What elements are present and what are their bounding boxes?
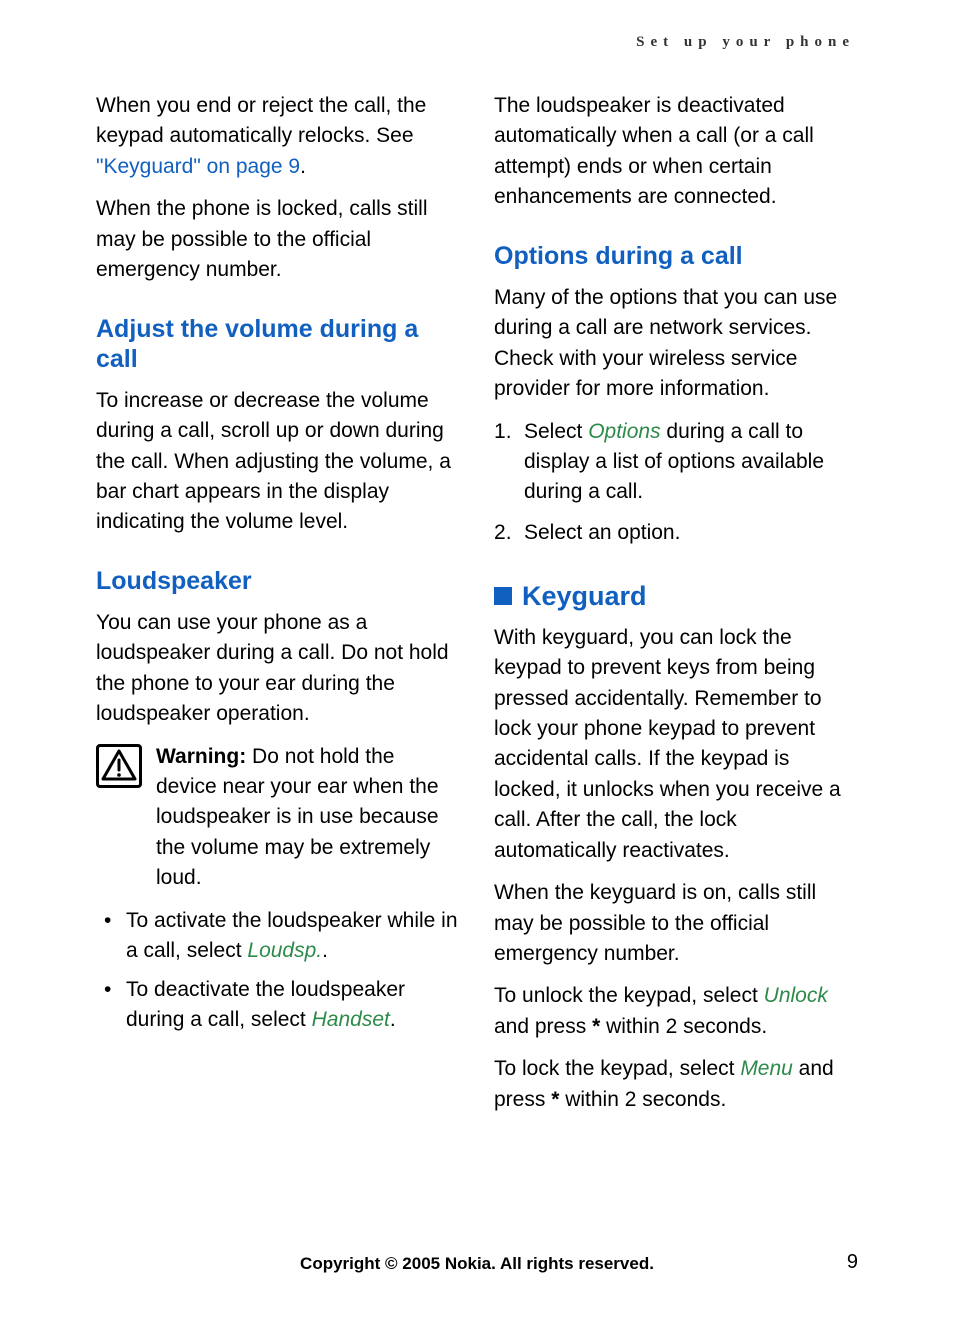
text: To lock the keypad, select — [494, 1057, 740, 1080]
warning-label: Warning: — [156, 745, 246, 768]
bullet-list: To activate the loudspeaker while in a c… — [96, 906, 460, 1036]
paragraph: When the keyguard is on, calls still may… — [494, 878, 858, 969]
paragraph: You can use your phone as a loudspeaker … — [96, 608, 460, 730]
heading-loudspeaker: Loudspeaker — [96, 566, 460, 596]
text: within 2 seconds. — [600, 1015, 767, 1038]
warning-block: Warning: Do not hold the device near you… — [96, 742, 460, 894]
warning-text: Warning: Do not hold the device near you… — [156, 742, 460, 894]
text: . — [322, 939, 328, 962]
text-columns: When you end or reject the call, the key… — [96, 91, 858, 1127]
text: To unlock the keypad, select — [494, 984, 764, 1007]
paragraph: When you end or reject the call, the key… — [96, 91, 460, 182]
menu-option-menu: Menu — [740, 1057, 793, 1080]
paragraph: Many of the options that you can use dur… — [494, 283, 858, 405]
text: and press — [494, 1015, 592, 1038]
menu-option-options: Options — [588, 420, 660, 443]
menu-option-loudsp: Loudsp. — [247, 939, 322, 962]
page-number: 9 — [847, 1251, 858, 1274]
text: Select — [524, 420, 588, 443]
list-item: To activate the loudspeaker while in a c… — [96, 906, 460, 967]
paragraph: To increase or decrease the volume durin… — [96, 386, 460, 538]
paragraph: When the phone is locked, calls still ma… — [96, 194, 460, 285]
paragraph: To unlock the keypad, select Unlock and … — [494, 981, 858, 1042]
left-column: When you end or reject the call, the key… — [96, 91, 460, 1127]
list-item: Select an option. — [494, 518, 858, 548]
list-item: To deactivate the loudspeaker during a c… — [96, 975, 460, 1036]
paragraph: To lock the keypad, select Menu and pres… — [494, 1054, 858, 1115]
chapter-title: Set up your phone — [96, 34, 858, 51]
footer-copyright: Copyright © 2005 Nokia. All rights reser… — [0, 1254, 954, 1274]
paragraph: With keyguard, you can lock the keypad t… — [494, 623, 858, 867]
right-column: The loudspeaker is deactivated automatic… — [494, 91, 858, 1127]
text: . — [390, 1008, 396, 1031]
square-bullet-icon — [494, 587, 512, 605]
menu-option-handset: Handset — [312, 1008, 390, 1031]
text: When you end or reject the call, the key… — [96, 94, 426, 147]
warning-icon — [96, 744, 142, 788]
list-item: Select Options during a call to display … — [494, 417, 858, 508]
numbered-list: Select Options during a call to display … — [494, 417, 858, 549]
menu-option-unlock: Unlock — [764, 984, 828, 1007]
cross-reference-link[interactable]: "Keyguard" on page 9 — [96, 155, 300, 178]
text: within 2 seconds. — [559, 1088, 726, 1111]
heading-adjust-volume: Adjust the volume during a call — [96, 314, 460, 374]
heading-keyguard: Keyguard — [494, 580, 858, 612]
text: . — [300, 155, 306, 178]
paragraph: The loudspeaker is deactivated automatic… — [494, 91, 858, 213]
heading-options-during-call: Options during a call — [494, 241, 858, 271]
heading-text: Keyguard — [522, 580, 647, 612]
